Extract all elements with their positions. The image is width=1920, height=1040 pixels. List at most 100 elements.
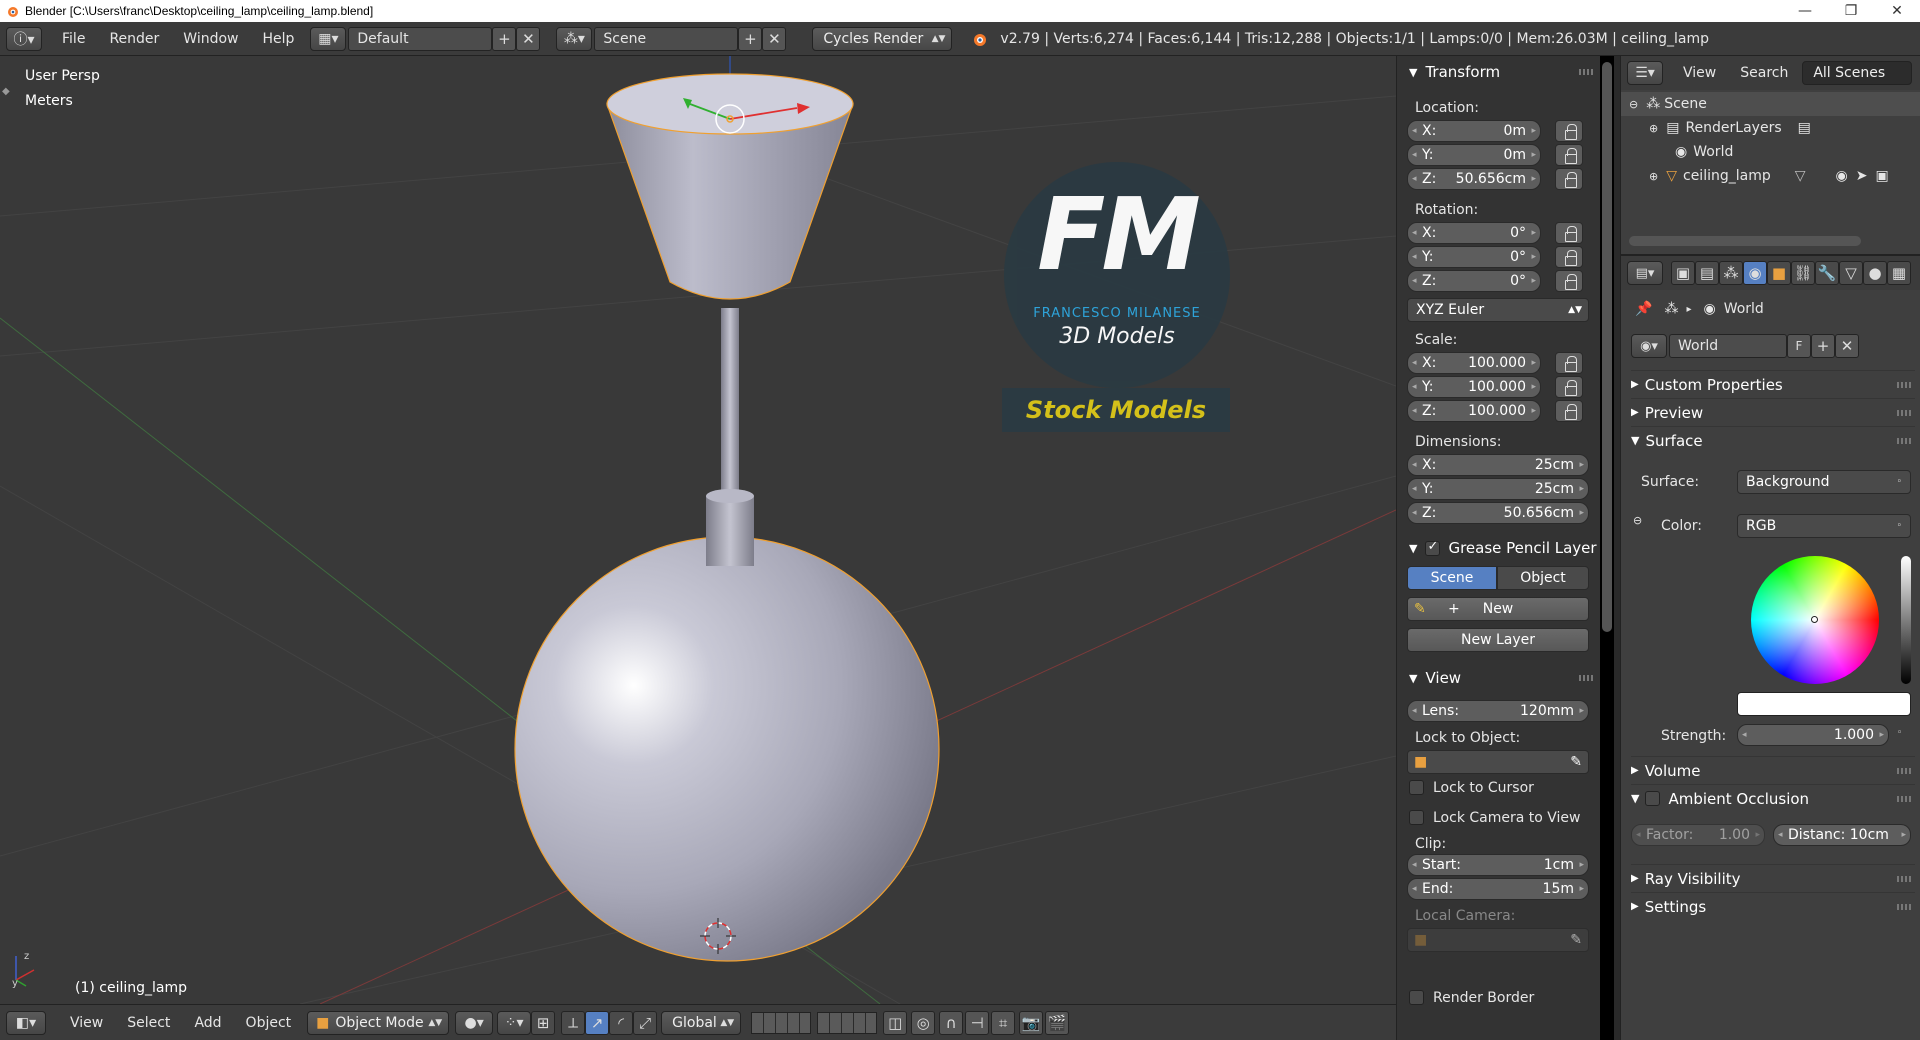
maximize-button[interactable]: ❐ xyxy=(1828,0,1874,22)
location-y-field[interactable]: Y: 0m xyxy=(1407,144,1541,166)
settings-panel[interactable]: ▶ Settings xyxy=(1631,892,1915,920)
rotate-manipulator-icon[interactable]: ◜ xyxy=(609,1010,634,1035)
editor-type-properties-icon[interactable]: ▤▾ xyxy=(1627,261,1663,285)
lock-object-field[interactable]: ■ ✎ xyxy=(1407,750,1589,774)
render-tab-icon[interactable]: ▣ xyxy=(1671,261,1695,285)
rotation-y-field[interactable]: Y: 0° xyxy=(1407,246,1541,268)
translate-manipulator-icon[interactable]: ↗ xyxy=(585,1010,610,1035)
lock-scale-z-icon[interactable] xyxy=(1555,400,1583,422)
eyedropper-icon[interactable]: ✎ xyxy=(1570,754,1582,770)
material-tab-icon[interactable]: ● xyxy=(1863,261,1887,285)
menu-add[interactable]: Add xyxy=(182,1015,233,1031)
dimensions-x-field[interactable]: X: 25cm xyxy=(1407,454,1589,476)
menu-object[interactable]: Object xyxy=(234,1015,304,1031)
outliner-scrollbar[interactable] xyxy=(1629,236,1861,246)
rotation-mode-dropdown[interactable]: XYZ Euler ▲▼ xyxy=(1407,298,1589,322)
outliner-menu-search[interactable]: Search xyxy=(1728,65,1800,81)
add-scene-icon[interactable]: + xyxy=(738,26,763,51)
lens-field[interactable]: Lens: 120mm xyxy=(1407,700,1589,722)
strength-field[interactable]: 1.000 xyxy=(1737,724,1889,746)
lock-rotation-x-icon[interactable] xyxy=(1555,222,1583,244)
editor-type-info-icon[interactable]: ⓘ▾ xyxy=(6,26,42,51)
visibility-eye-icon[interactable]: ◉ xyxy=(1836,168,1848,184)
3d-viewport[interactable]: z y FM FRANCESCO MILANESE 3D Models Stoc… xyxy=(0,56,1396,1004)
outliner-item-ceiling-lamp[interactable]: ⊕ ▽ ceiling_lamp ▽ ◉ ➤ ▣ xyxy=(1621,164,1920,188)
menu-view[interactable]: View xyxy=(58,1015,115,1031)
dimensions-z-field[interactable]: Z: 50.656cm xyxy=(1407,502,1589,524)
lock-location-x-icon[interactable] xyxy=(1555,120,1583,142)
lock-camera-checkbox[interactable] xyxy=(1409,810,1424,825)
color-picker-cursor[interactable] xyxy=(1811,616,1818,623)
outliner-menu-view[interactable]: View xyxy=(1671,65,1728,81)
custom-properties-panel[interactable]: ▶ Custom Properties xyxy=(1631,370,1915,398)
location-x-field[interactable]: X: 0m xyxy=(1407,120,1541,142)
panel-grip-icon[interactable] xyxy=(1579,69,1593,75)
toolshelf-toggle-icon[interactable]: ◆ xyxy=(2,86,10,97)
layer-buttons-2[interactable] xyxy=(817,1011,878,1034)
panel-grip-icon[interactable] xyxy=(1897,903,1911,910)
scene-field[interactable]: Scene xyxy=(594,26,739,51)
grease-object-tab[interactable]: Object xyxy=(1497,566,1589,590)
location-z-field[interactable]: Z: 50.656cm xyxy=(1407,168,1541,190)
modifiers-tab-icon[interactable]: 🔧 xyxy=(1815,261,1839,285)
color-swatch[interactable] xyxy=(1737,692,1911,716)
panel-grip-icon[interactable] xyxy=(1897,767,1911,774)
menu-file[interactable]: File xyxy=(50,31,97,47)
volume-panel[interactable]: ▶ Volume xyxy=(1631,756,1915,784)
lock-scale-x-icon[interactable] xyxy=(1555,352,1583,374)
outliner-filter-dropdown[interactable]: All Scenes xyxy=(1802,61,1913,85)
lock-scale-y-icon[interactable] xyxy=(1555,376,1583,398)
scale-manipulator-icon[interactable]: ⤢ xyxy=(633,1010,658,1035)
world-name-field[interactable]: World xyxy=(1669,334,1787,358)
minimize-button[interactable]: — xyxy=(1782,0,1828,22)
grease-new-button[interactable]: ✎ + New xyxy=(1407,597,1589,621)
screen-layout-field[interactable]: Default xyxy=(348,26,493,51)
snap-toggle-icon[interactable]: ∩ xyxy=(939,1010,964,1035)
new-world-icon[interactable]: + xyxy=(1811,334,1835,358)
fake-user-button[interactable]: F xyxy=(1787,334,1811,358)
screen-layout-icon[interactable]: ▦▾ xyxy=(310,26,347,51)
outliner-item-world[interactable]: ◉ World xyxy=(1621,140,1920,164)
viewport-shading-icon[interactable]: ●▾ xyxy=(455,1010,494,1035)
grease-new-layer-button[interactable]: New Layer xyxy=(1407,628,1589,652)
snap-icon[interactable]: ⊞ xyxy=(531,1010,556,1035)
remove-scene-icon[interactable]: ✕ xyxy=(762,26,787,51)
ambient-occlusion-checkbox[interactable] xyxy=(1645,791,1661,806)
renderability-camera-icon[interactable]: ▣ xyxy=(1875,168,1888,184)
mode-dropdown[interactable]: ■ Object Mode ▲▼ xyxy=(307,1010,450,1035)
texture-tab-icon[interactable]: ▦ xyxy=(1887,261,1911,285)
remove-layout-icon[interactable]: ✕ xyxy=(516,26,541,51)
scale-y-field[interactable]: Y: 100.000 xyxy=(1407,376,1541,398)
lock-to-cursor-checkbox[interactable] xyxy=(1409,780,1424,795)
outliner-item-scene[interactable]: ⊖ ⁂ Scene xyxy=(1621,92,1920,116)
layer-buttons[interactable] xyxy=(751,1011,812,1034)
manipulator-toggle-icon[interactable]: ⟂ xyxy=(561,1010,586,1035)
ambient-occlusion-panel[interactable]: ▼ Ambient Occlusion xyxy=(1631,784,1915,812)
lock-layers-icon[interactable]: ◫ xyxy=(883,1010,908,1035)
add-layout-icon[interactable]: + xyxy=(492,26,517,51)
collapse-icon[interactable]: ⊖ xyxy=(1629,98,1638,111)
render-border-checkbox[interactable] xyxy=(1409,990,1424,1005)
value-slider[interactable] xyxy=(1901,556,1911,684)
dimensions-y-field[interactable]: Y: 25cm xyxy=(1407,478,1589,500)
render-engine-dropdown[interactable]: Cycles Render ▲▼ xyxy=(812,26,953,51)
preview-panel[interactable]: ▶ Preview xyxy=(1631,398,1915,426)
surface-shader-dropdown[interactable]: Background ◦ xyxy=(1737,470,1911,494)
lock-rotation-z-icon[interactable] xyxy=(1555,270,1583,292)
menu-select[interactable]: Select xyxy=(115,1015,182,1031)
expand-icon[interactable]: ⊕ xyxy=(1649,122,1658,135)
editor-type-3dview-icon[interactable]: ◧▾ xyxy=(6,1010,46,1035)
clip-end-field[interactable]: End: 15m xyxy=(1407,878,1589,900)
ray-visibility-panel[interactable]: ▶ Ray Visibility xyxy=(1631,864,1915,892)
panel-grip-icon[interactable] xyxy=(1897,409,1911,416)
panel-grip-icon[interactable] xyxy=(1897,381,1911,388)
proportional-edit-icon[interactable]: ◎ xyxy=(911,1010,936,1035)
color-mode-dropdown[interactable]: RGB ◦ xyxy=(1737,514,1911,538)
surface-panel[interactable]: ▼ Surface xyxy=(1631,426,1915,454)
world-tab-icon[interactable]: ◉ xyxy=(1743,261,1767,285)
panel-grip-icon[interactable] xyxy=(1897,795,1911,802)
scene-tab-icon[interactable]: ⁂ xyxy=(1719,261,1743,285)
side-panel-scrollbar[interactable] xyxy=(1602,62,1612,632)
grease-scene-tab[interactable]: Scene xyxy=(1407,566,1497,590)
panel-grip-icon[interactable] xyxy=(1897,875,1911,882)
